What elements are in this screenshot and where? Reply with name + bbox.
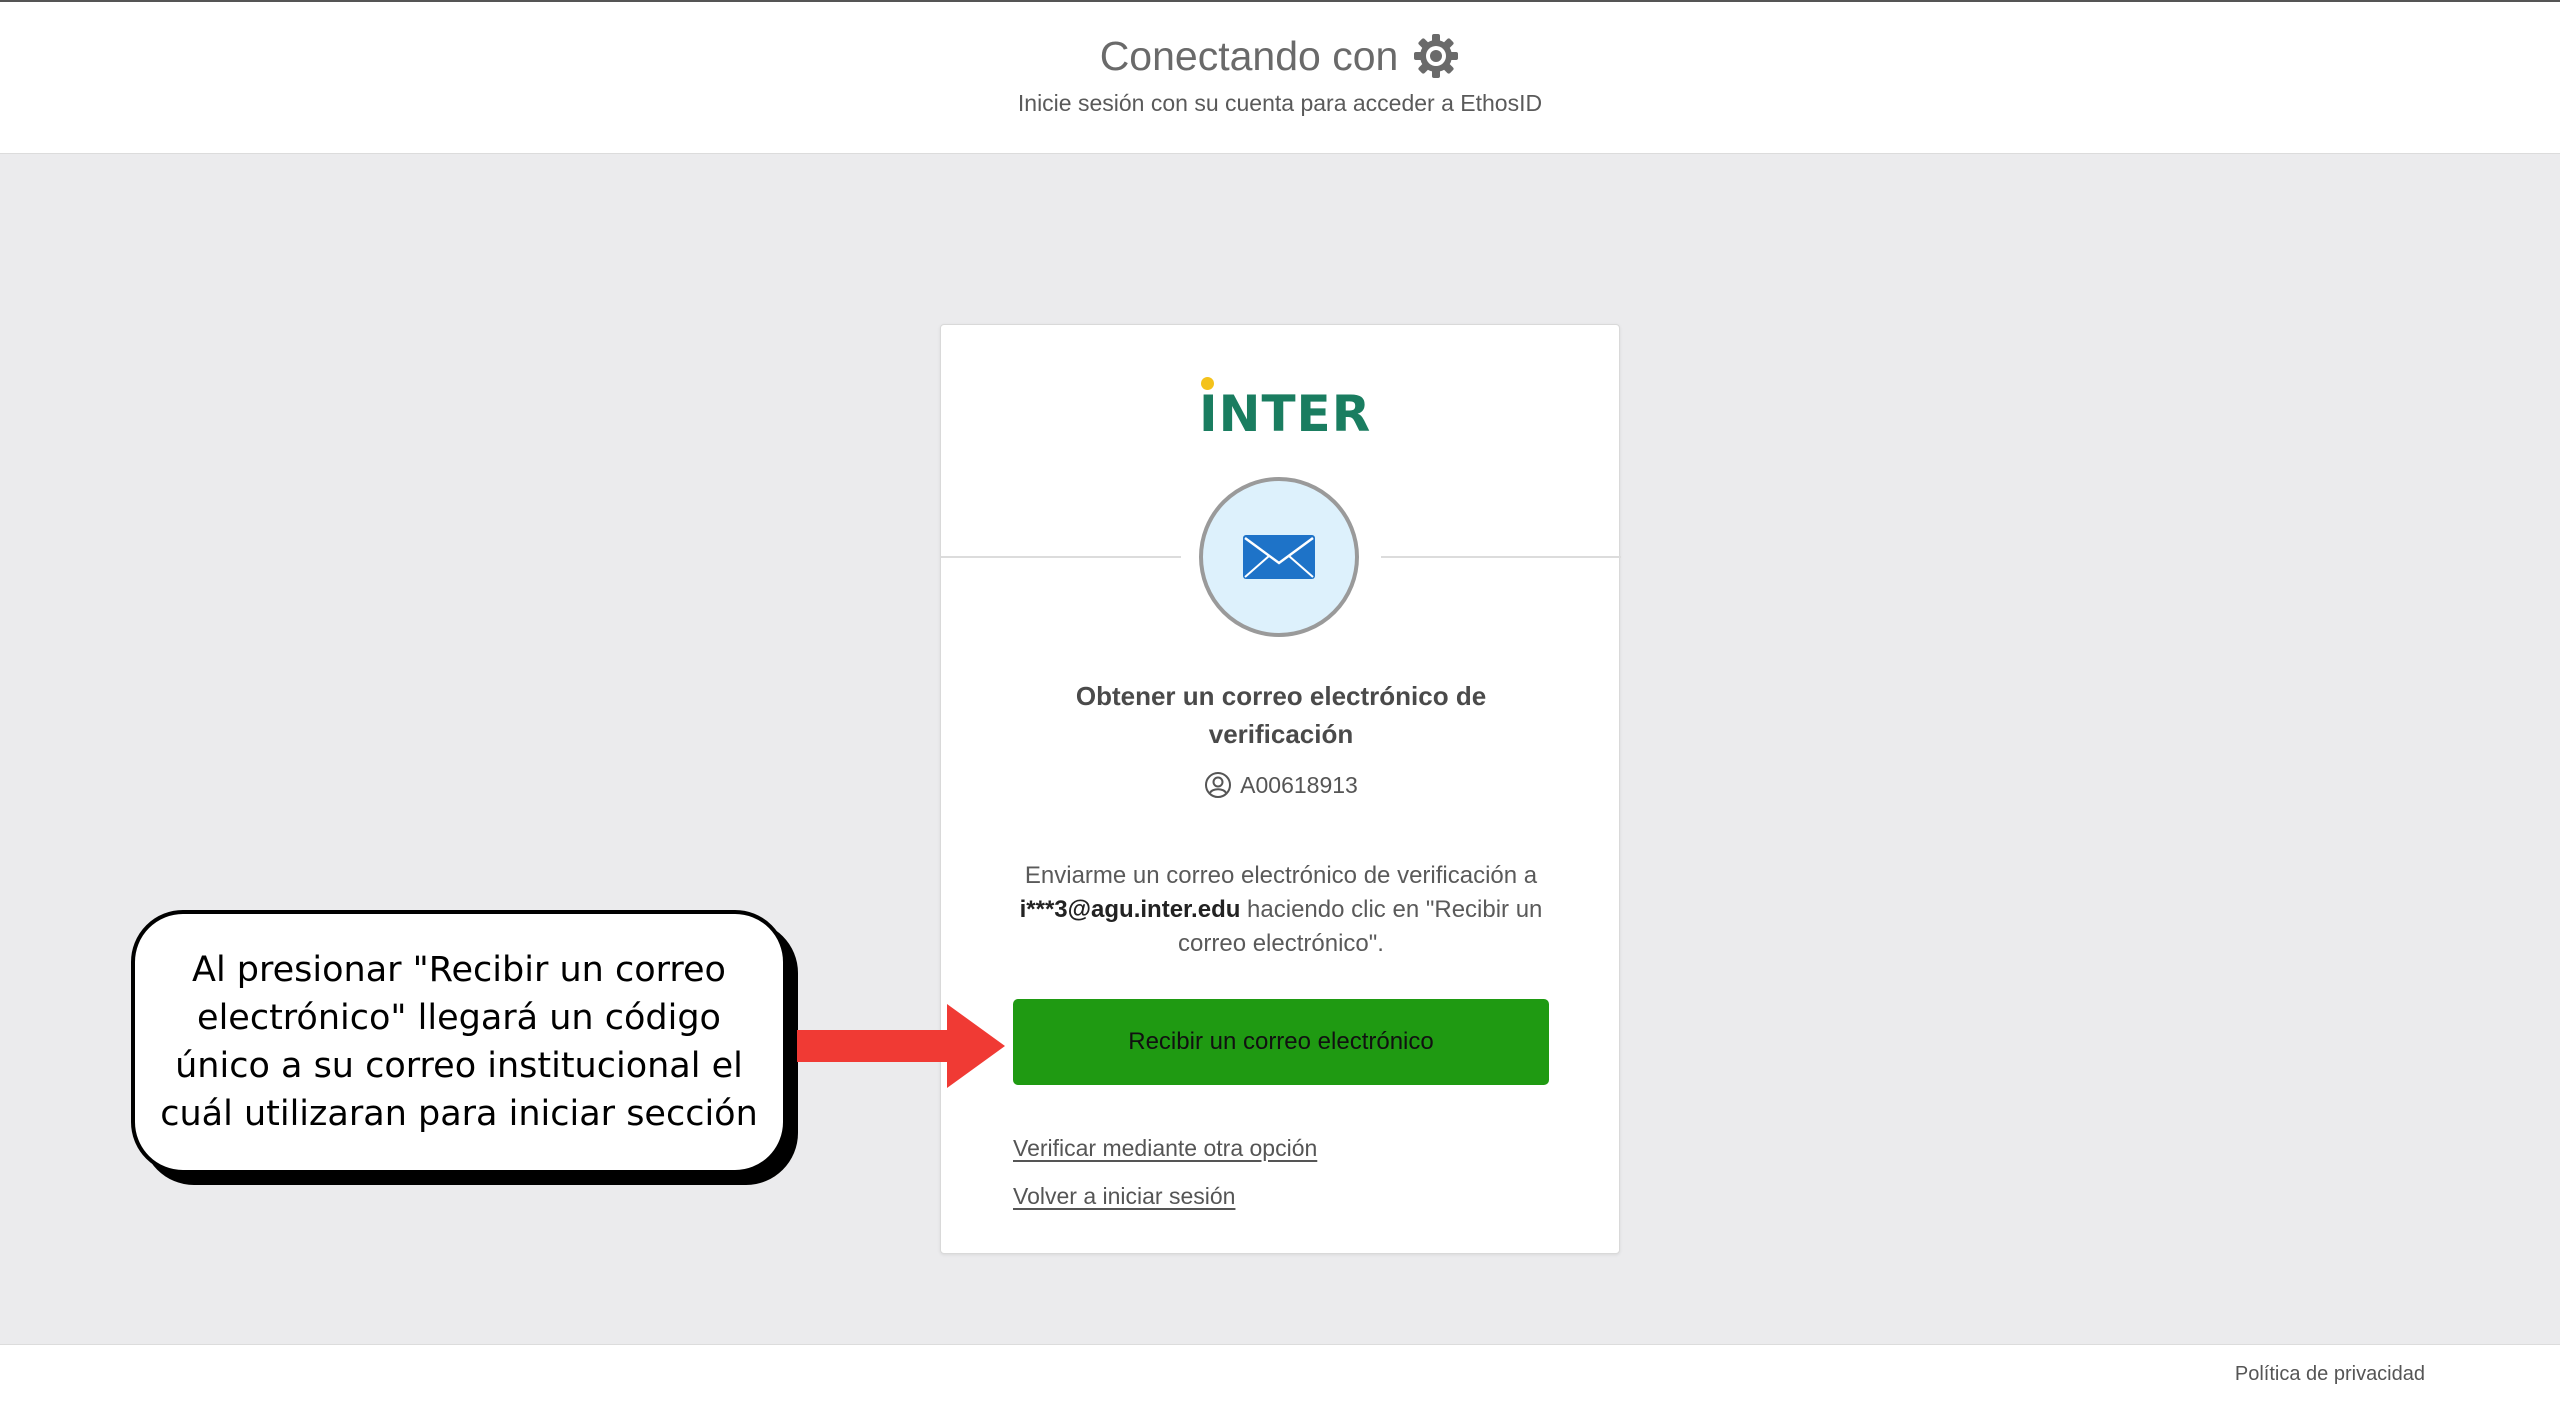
inter-logo: INTER — [1199, 377, 1370, 443]
privacy-policy-link[interactable]: Política de privacidad — [2235, 1363, 2425, 1386]
envelope-icon — [1243, 535, 1315, 579]
header-title-row: Conectando con — [0, 32, 2560, 80]
user-identifier: A00618913 — [941, 771, 1621, 799]
verification-card: INTER Obtener un correo electrónico de v… — [940, 324, 1621, 1254]
divider-right — [1381, 556, 1621, 558]
header-subtitle: Inicie sesión con su cuenta para acceder… — [1017, 90, 1543, 116]
user-circle-icon — [1205, 772, 1232, 798]
send-email-button[interactable]: Recibir un correo electrónico — [1013, 999, 1549, 1085]
header: Conectando con Inicie sesión con su cuen… — [0, 2, 2560, 154]
verification-description: Enviarme un correo electrónico de verifi… — [1001, 859, 1561, 961]
description-pre: Enviarme un correo electrónico de verifi… — [1024, 862, 1538, 889]
footer: Política de privacidad — [0, 1344, 2560, 1402]
mail-badge — [1199, 477, 1359, 637]
annotation-callout: Al presionar "Recibir un correo electrón… — [131, 910, 787, 1174]
card-title: Obtener un correo electrónico de verific… — [1075, 681, 1487, 749]
user-id: A00618913 — [1240, 771, 1358, 798]
logo-text: INTER — [1199, 385, 1372, 443]
back-to-login-link[interactable]: Volver a iniciar sesión — [1013, 1183, 1235, 1210]
callout-text: Al presionar "Recibir un correo electrón… — [160, 950, 758, 1134]
masked-email: i***3@agu.inter.edu — [1019, 896, 1241, 923]
arrow-right-icon — [797, 1004, 1005, 1088]
verify-other-option-link[interactable]: Verificar mediante otra opción — [1013, 1135, 1317, 1162]
gear-icon — [1414, 34, 1459, 78]
header-title: Conectando con — [1099, 32, 1399, 79]
divider-left — [941, 556, 1181, 558]
